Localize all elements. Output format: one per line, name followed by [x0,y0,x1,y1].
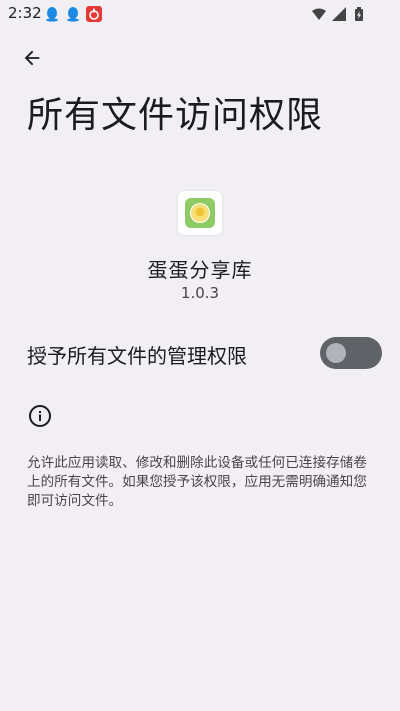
signal-icon [332,6,346,21]
arrow-back-icon [24,50,40,66]
toggle-thumb [326,343,346,363]
app-version: 1.0.3 [180,284,220,302]
permission-label: 授予所有文件的管理权限 [27,344,247,368]
app-icon [178,191,222,235]
qq-icon [65,6,81,22]
status-bar: 2:32 [0,0,400,28]
app-name: 蛋蛋分享库 [147,258,253,282]
status-time: 2:32 [8,4,42,22]
wifi-icon [312,6,326,20]
permission-toggle-row[interactable]: 授予所有文件的管理权限 [0,330,400,376]
back-button[interactable] [20,46,44,70]
qq-icon [44,6,60,22]
page-title: 所有文件访问权限 [27,95,324,136]
permission-description: 允许此应用读取、修改和删除此设备或任何已连接存储卷上的所有文件。如果您授予该权限… [27,455,367,509]
battery-icon [352,6,366,21]
system-status-icons [312,6,366,21]
app-notification-icon [86,6,102,22]
notification-icons [44,6,102,22]
permission-toggle-switch[interactable] [320,337,382,369]
info-icon [28,404,52,428]
